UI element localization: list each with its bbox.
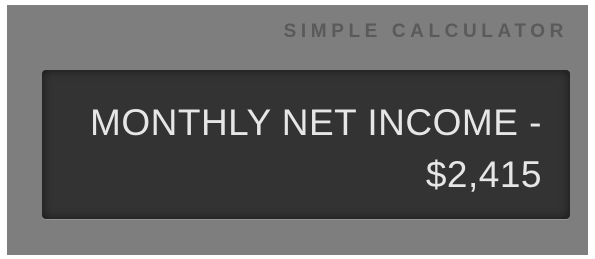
calculator-panel: SIMPLE CALCULATOR MONTHLY NET INCOME - $… [7, 5, 588, 255]
result-display: MONTHLY NET INCOME - $2,415 [42, 70, 570, 219]
calculator-title: SIMPLE CALCULATOR [283, 21, 568, 42]
result-value: $2,415 [425, 154, 542, 195]
result-label: MONTHLY NET INCOME - [90, 102, 542, 143]
